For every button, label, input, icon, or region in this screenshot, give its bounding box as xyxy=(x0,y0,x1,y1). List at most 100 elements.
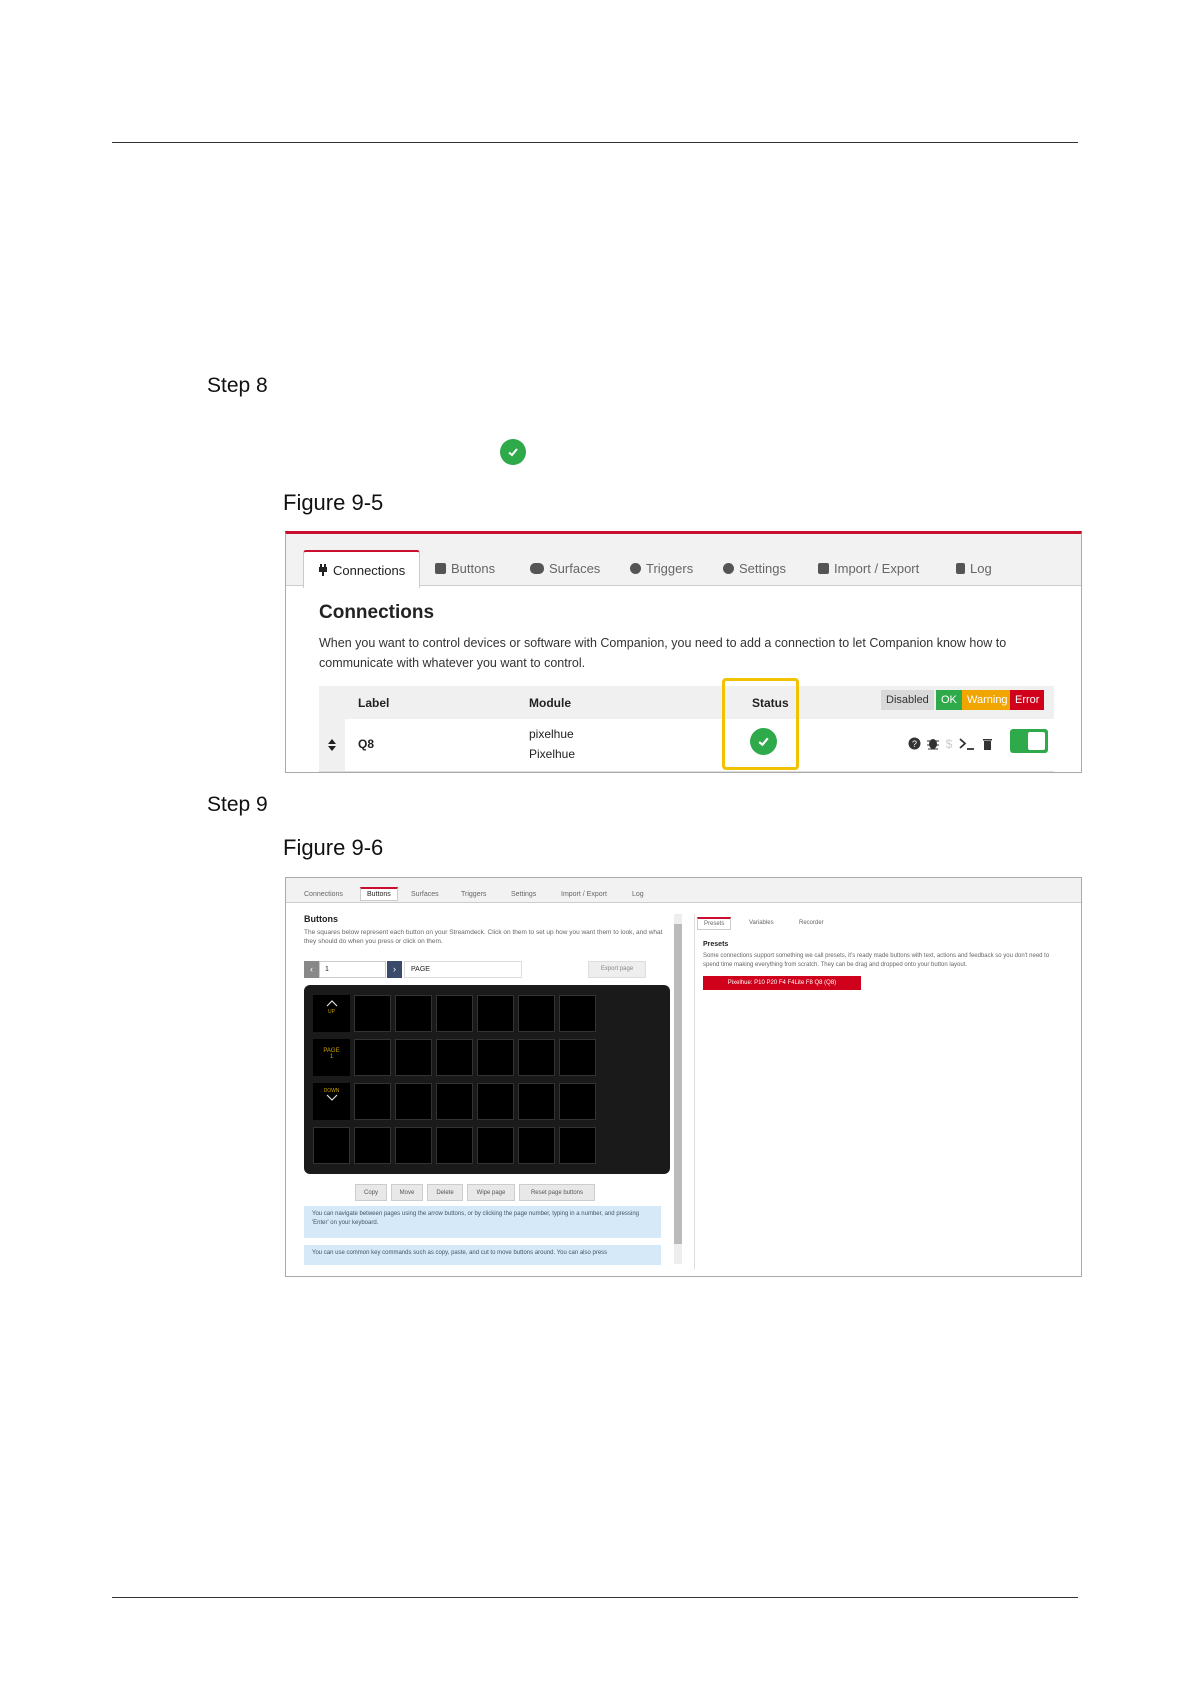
reset-page-buttons-button[interactable]: Reset page buttons xyxy=(519,1184,595,1201)
buttons-description: The squares below represent each button … xyxy=(304,929,663,945)
tab-label: Buttons xyxy=(451,560,496,576)
column-label: Label xyxy=(358,696,390,710)
trash-icon[interactable] xyxy=(982,737,993,750)
tab-label: Log xyxy=(970,560,992,576)
page-description: When you want to control devices or soft… xyxy=(319,636,1007,670)
tab-label: Triggers xyxy=(646,560,694,576)
info-shortcuts: You can use common key commands such as … xyxy=(304,1245,661,1265)
grid-button[interactable] xyxy=(395,1127,432,1164)
page-up-key[interactable]: UP xyxy=(313,995,350,1032)
legend-ok: OK xyxy=(936,690,962,710)
tab-import-export[interactable]: Import / Export xyxy=(561,891,607,898)
grid-button[interactable] xyxy=(354,1127,391,1164)
page-number-key[interactable]: PAGE 1 xyxy=(313,1039,350,1076)
tab-presets[interactable]: Presets xyxy=(697,917,732,930)
grid-button[interactable] xyxy=(354,995,391,1032)
tab-connections[interactable]: Connections xyxy=(303,550,421,588)
tab-triggers[interactable]: Triggers xyxy=(630,551,693,585)
tab-label: Surfaces xyxy=(549,560,601,576)
gear-icon xyxy=(723,562,734,574)
export-page-button[interactable]: Export page xyxy=(588,961,646,978)
help-icon[interactable]: ? xyxy=(908,737,921,750)
svg-text:$: $ xyxy=(946,737,953,750)
preset-connection-button[interactable]: Pixelhue: P10 P20 F4 F4Lite F8 Q8 (Q8) xyxy=(703,976,861,990)
grid-button[interactable] xyxy=(354,1083,391,1120)
grid-button[interactable] xyxy=(395,1083,432,1120)
info-navigation: You can navigate between pages using the… xyxy=(304,1206,661,1238)
grid-button[interactable] xyxy=(436,1039,473,1076)
step-8-label: Step 8 xyxy=(207,374,268,397)
buttons-title: Buttons xyxy=(304,914,338,924)
presets-description: Some connections support something we ca… xyxy=(703,953,1050,968)
grid-button[interactable] xyxy=(518,1127,555,1164)
tab-recorder[interactable]: Recorder xyxy=(799,920,824,926)
module-name: Pixelhue xyxy=(529,747,576,761)
dollar-icon[interactable]: $ xyxy=(944,737,954,750)
grid-button[interactable] xyxy=(477,1127,514,1164)
grid-button[interactable] xyxy=(436,995,473,1032)
tab-settings[interactable]: Settings xyxy=(511,891,536,898)
tab-surfaces[interactable]: Surfaces xyxy=(530,551,600,585)
left-scrollbar[interactable] xyxy=(674,914,682,1264)
grid-button[interactable] xyxy=(559,1127,596,1164)
copy-button[interactable]: Copy xyxy=(355,1184,387,1201)
right-panel: Presets Variables Recorder Presets Some … xyxy=(694,914,1070,1269)
enable-toggle[interactable] xyxy=(1010,729,1048,753)
grid-button[interactable] xyxy=(395,995,432,1032)
page-up-label: UP xyxy=(328,1009,335,1015)
tab-label: Connections xyxy=(333,562,406,578)
page-name-input[interactable]: PAGE xyxy=(404,961,522,978)
grid-button[interactable] xyxy=(559,995,596,1032)
grid-button[interactable] xyxy=(477,995,514,1032)
nav-tabs: Connections Buttons Surfaces Triggers Se… xyxy=(286,878,1081,903)
tab-variables[interactable]: Variables xyxy=(749,920,774,926)
tab-connections[interactable]: Connections xyxy=(304,891,343,898)
module-id: pixelhue xyxy=(529,727,574,741)
tab-log[interactable]: Log xyxy=(956,551,992,585)
grid-button[interactable] xyxy=(354,1039,391,1076)
drag-handle-icon[interactable] xyxy=(319,719,345,771)
tab-settings[interactable]: Settings xyxy=(723,551,786,585)
page-next-button[interactable]: › xyxy=(387,961,402,978)
grid-button[interactable] xyxy=(477,1039,514,1076)
move-button[interactable]: Move xyxy=(391,1184,423,1201)
column-module: Module xyxy=(529,696,571,710)
svg-text:?: ? xyxy=(912,739,917,749)
gamepad-icon xyxy=(530,562,544,574)
grid-button[interactable] xyxy=(436,1127,473,1164)
calendar-icon xyxy=(435,562,446,574)
status-ok-icon xyxy=(750,728,777,755)
plug-icon xyxy=(319,564,327,576)
wipe-page-button[interactable]: Wipe page xyxy=(467,1184,515,1201)
tab-surfaces[interactable]: Surfaces xyxy=(411,891,439,898)
tab-buttons[interactable]: Buttons xyxy=(360,887,398,901)
grid-button[interactable] xyxy=(477,1083,514,1120)
table-row[interactable]: Q8 pixelhue Pixelhue ? $ xyxy=(319,719,1054,772)
grid-button[interactable] xyxy=(518,1039,555,1076)
nav-tabs: Connections Buttons Surfaces Triggers Se… xyxy=(286,534,1081,588)
legend-error: Error xyxy=(1010,690,1045,710)
page-prev-button[interactable]: ‹ xyxy=(304,961,319,978)
tab-triggers[interactable]: Triggers xyxy=(461,891,486,898)
terminal-icon[interactable] xyxy=(959,737,975,750)
grid-button[interactable] xyxy=(436,1083,473,1120)
figure-9-6-screenshot: Connections Buttons Surfaces Triggers Se… xyxy=(285,877,1082,1277)
clipboard-icon xyxy=(956,562,965,574)
bug-icon[interactable] xyxy=(926,737,940,750)
grid-button[interactable] xyxy=(395,1039,432,1076)
grid-button[interactable] xyxy=(559,1083,596,1120)
page-number-input[interactable]: 1 xyxy=(319,961,386,978)
tab-import-export[interactable]: Import / Export xyxy=(818,551,919,585)
grid-button[interactable] xyxy=(559,1039,596,1076)
tab-label: Import / Export xyxy=(834,560,920,576)
delete-button[interactable]: Delete xyxy=(427,1184,463,1201)
grid-button[interactable] xyxy=(518,995,555,1032)
page-down-key[interactable]: DOWN xyxy=(313,1083,350,1120)
tab-log[interactable]: Log xyxy=(632,891,644,898)
grid-button[interactable] xyxy=(313,1127,350,1164)
tab-buttons[interactable]: Buttons xyxy=(435,551,495,585)
left-scrollbar-thumb[interactable] xyxy=(674,924,682,1244)
grid-button[interactable] xyxy=(518,1083,555,1120)
legend-warning: Warning xyxy=(962,690,1013,710)
legend-disabled: Disabled xyxy=(881,690,934,710)
